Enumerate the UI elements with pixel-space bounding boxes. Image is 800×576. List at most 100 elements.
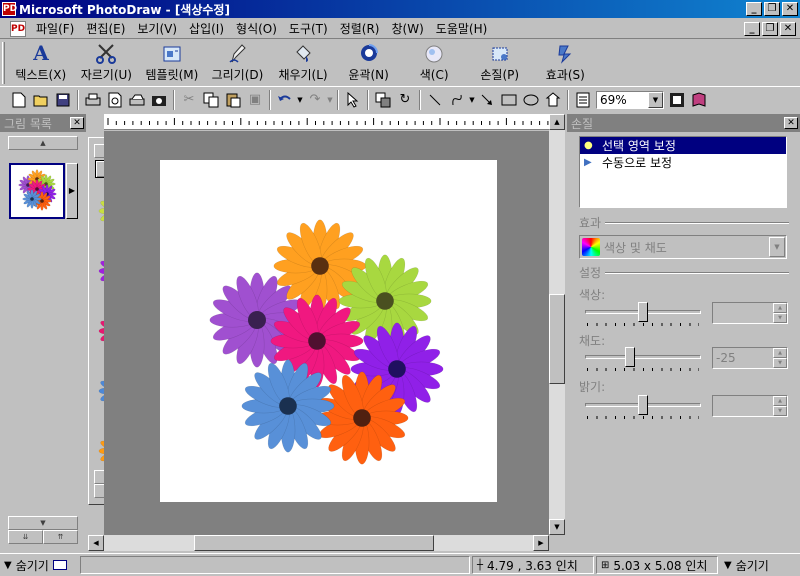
menu-format[interactable]: 형식(O): [230, 20, 283, 37]
undo-dropdown-icon[interactable]: ▼: [296, 89, 304, 111]
hide-left-pane-button[interactable]: ▼ 숨기기: [0, 556, 78, 574]
arrow-icon[interactable]: [476, 89, 498, 111]
document-icon[interactable]: PD: [10, 20, 26, 37]
draw-button[interactable]: 그리기(D): [205, 41, 271, 85]
picture-list-close-icon[interactable]: ✕: [70, 117, 84, 129]
fill-button[interactable]: 채우기(L): [270, 41, 336, 85]
spin-down-icon[interactable]: ▼: [773, 358, 787, 368]
color-button[interactable]: 색(C): [401, 41, 467, 85]
text-button[interactable]: A 텍스트(X): [8, 41, 74, 85]
spin-down-icon[interactable]: ▼: [773, 313, 787, 323]
template-button[interactable]: 템플릿(M): [139, 41, 205, 85]
autoshape-icon[interactable]: [542, 89, 564, 111]
ellipse-icon[interactable]: [520, 89, 542, 111]
menu-tools[interactable]: 도구(T): [283, 20, 334, 37]
effect-select[interactable]: 색상 및 채도 ▼: [579, 235, 787, 259]
hue-label: 색상:: [579, 288, 606, 302]
menu-arrange[interactable]: 정렬(R): [334, 20, 386, 37]
rectangle-icon[interactable]: [498, 89, 520, 111]
camera-icon[interactable]: [148, 89, 170, 111]
menu-view[interactable]: 보기(V): [131, 20, 183, 37]
brightness-spin-field[interactable]: ▲ ▼: [712, 395, 788, 417]
hue-spin-field[interactable]: ▲ ▼: [712, 302, 788, 324]
picture-list-scroll-up[interactable]: ▲: [8, 136, 78, 150]
print-preview-icon[interactable]: [104, 89, 126, 111]
arrange-icon[interactable]: [372, 89, 394, 111]
thumbnail-chevron-right-icon[interactable]: ▶: [66, 163, 78, 219]
curve-icon[interactable]: [446, 89, 468, 111]
open-folder-icon[interactable]: [30, 89, 52, 111]
horizontal-scrollbar[interactable]: ◀ ▶: [88, 535, 549, 551]
picture-list-scroll-down[interactable]: ▼: [8, 516, 78, 530]
doc-minimize-button[interactable]: _: [744, 22, 760, 36]
pointer-icon[interactable]: [342, 89, 364, 111]
hue-slider[interactable]: [585, 302, 701, 326]
line-icon[interactable]: [424, 89, 446, 111]
saturation-slider-knob[interactable]: [624, 347, 635, 367]
undo-icon[interactable]: [274, 89, 296, 111]
redo-icon[interactable]: ↷: [304, 89, 326, 111]
new-file-icon[interactable]: [8, 89, 30, 111]
saturation-spin-field[interactable]: -25 ▲ ▼: [712, 347, 788, 369]
help-book-icon[interactable]: [688, 89, 710, 111]
chevron-down-icon[interactable]: ▼: [769, 237, 785, 257]
list-item[interactable]: ▶ 수동으로 보정: [580, 154, 786, 171]
curve-dropdown-icon[interactable]: ▼: [468, 89, 476, 111]
outline-button[interactable]: 윤곽(N): [336, 41, 402, 85]
menu-help[interactable]: 도움말(H): [430, 20, 494, 37]
fit-view-icon[interactable]: [666, 89, 688, 111]
spin-up-icon[interactable]: ▲: [773, 348, 787, 358]
doc-close-button[interactable]: ✕: [780, 22, 796, 36]
menu-edit[interactable]: 편집(E): [80, 20, 131, 37]
brightness-slider[interactable]: [585, 395, 701, 419]
touchup-close-icon[interactable]: ✕: [784, 117, 798, 129]
format-painter-icon[interactable]: ▣: [244, 89, 266, 111]
menu-insert[interactable]: 삽입(I): [183, 20, 230, 37]
spin-down-icon[interactable]: ▼: [773, 406, 787, 416]
menu-window[interactable]: 창(W): [386, 20, 430, 37]
menu-file[interactable]: 파일(F): [30, 20, 80, 37]
brightness-slider-knob[interactable]: [638, 395, 648, 415]
toolbar-grip[interactable]: [2, 42, 5, 84]
scroll-up-arrow[interactable]: ▲: [549, 114, 565, 130]
print-icon[interactable]: [82, 89, 104, 111]
picture-list-scroll-top[interactable]: ⇈: [43, 530, 78, 544]
spin-up-icon[interactable]: ▲: [773, 303, 787, 313]
picture-list-scroll-bottom[interactable]: ⇊: [8, 530, 43, 544]
paste-icon[interactable]: [222, 89, 244, 111]
fill-bucket-icon: [292, 42, 314, 64]
scroll-right-arrow[interactable]: ▶: [533, 535, 549, 551]
copy-icon[interactable]: [200, 89, 222, 111]
touchup-button[interactable]: 손질(P): [467, 41, 533, 85]
list-item[interactable]: ● 선택 영역 보정: [580, 137, 786, 154]
correction-mode-list: ● 선택 영역 보정 ▶ 수동으로 보정: [579, 136, 787, 208]
hide-right-pane-button[interactable]: ▼ 숨기기: [720, 556, 798, 574]
save-disk-icon[interactable]: [52, 89, 74, 111]
cut-icon[interactable]: ✂: [178, 89, 200, 111]
saturation-slider[interactable]: [585, 347, 701, 371]
horizontal-scroll-thumb[interactable]: [194, 535, 434, 551]
minimize-button[interactable]: _: [746, 2, 762, 16]
zoom-select[interactable]: 69% ▼: [596, 90, 664, 109]
close-button[interactable]: ✕: [782, 2, 798, 16]
effects-button[interactable]: 효과(S): [533, 41, 599, 85]
chevron-down-icon: ▼: [724, 559, 732, 571]
redo-dropdown-icon[interactable]: ▼: [326, 89, 334, 111]
restore-button[interactable]: ❐: [764, 2, 780, 16]
scroll-down-arrow[interactable]: ▼: [549, 519, 565, 535]
scan-icon[interactable]: [126, 89, 148, 111]
status-bar: ▼ 숨기기 ┼ 4.79 , 3.63 인치 ⊞ 5.03 x 5.08 인치 …: [0, 553, 800, 576]
scroll-left-arrow[interactable]: ◀: [88, 535, 104, 551]
photodraw-app-icon[interactable]: PD: [2, 2, 17, 16]
picture-thumbnail[interactable]: [9, 163, 65, 219]
chevron-down-icon[interactable]: ▼: [648, 91, 663, 108]
crop-button[interactable]: 자르기(U): [74, 41, 140, 85]
vertical-scroll-thumb[interactable]: [549, 294, 565, 384]
picture-canvas[interactable]: [160, 160, 497, 502]
spin-up-icon[interactable]: ▲: [773, 396, 787, 406]
doc-restore-button[interactable]: ❐: [762, 22, 778, 36]
rotate-icon[interactable]: ↻: [394, 89, 416, 111]
text-frame-icon[interactable]: [572, 89, 594, 111]
hue-slider-knob[interactable]: [638, 302, 648, 322]
vertical-scrollbar[interactable]: ▲ ▼: [549, 114, 565, 535]
